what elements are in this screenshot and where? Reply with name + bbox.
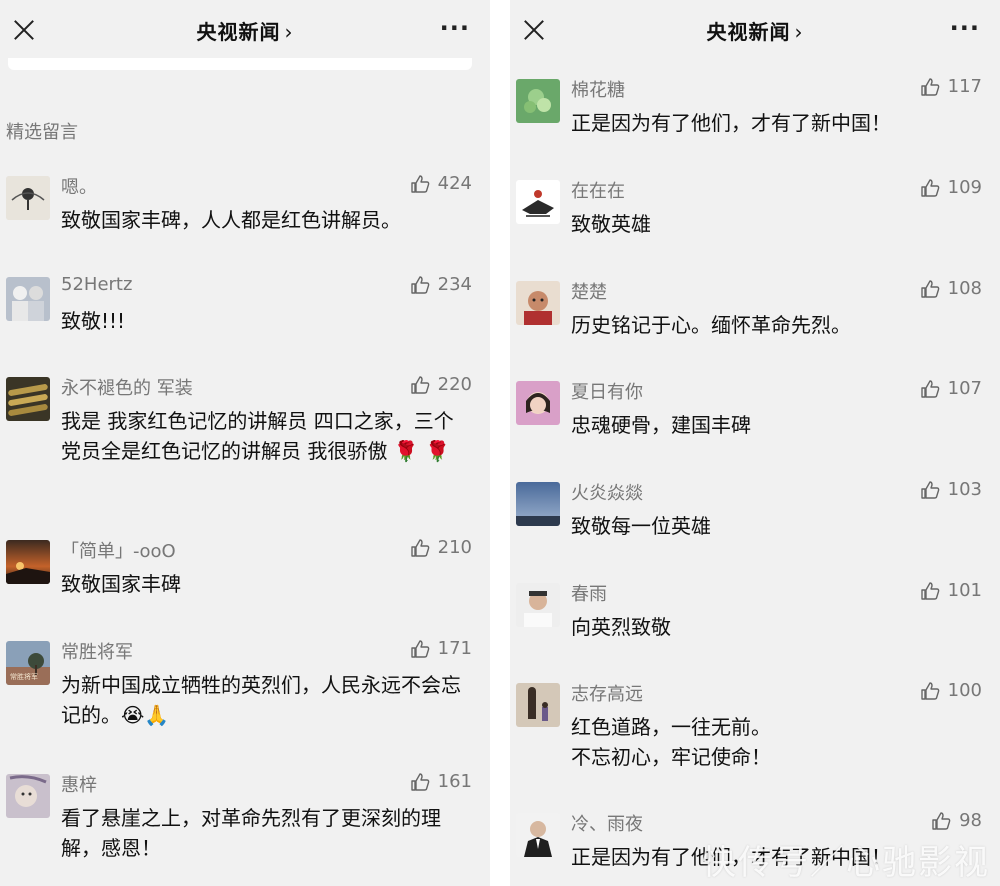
avatar[interactable] — [6, 176, 50, 220]
section-label: 精选留言 — [6, 122, 78, 143]
avatar[interactable] — [6, 377, 50, 421]
thumb-up-icon — [410, 538, 429, 557]
comment-text: 历史铭记于心。缅怀革命先烈。 — [571, 313, 851, 337]
like-count: 220 — [437, 374, 472, 395]
thumb-up-icon — [410, 772, 429, 791]
avatar[interactable] — [516, 381, 560, 425]
like-button[interactable]: 210 — [410, 537, 472, 558]
commenter-name: 志存高远 — [571, 684, 643, 705]
like-button[interactable]: 161 — [410, 771, 472, 792]
commenter-name: 嗯。 — [61, 177, 97, 198]
like-button[interactable]: 107 — [920, 378, 982, 399]
top-bar: 央视新闻 › ··· — [510, 0, 1000, 60]
commenter-name: 夏日有你 — [571, 382, 643, 403]
commenter-name: 常胜将军 — [61, 642, 133, 663]
like-count: 109 — [947, 177, 982, 198]
comment-text: 致敬每一位英雄 — [571, 514, 711, 538]
like-count: 234 — [437, 274, 472, 295]
comment-text: 致敬英雄 — [571, 212, 651, 236]
avatar[interactable]: 常胜将军 — [6, 641, 50, 685]
avatar[interactable] — [6, 774, 50, 818]
thumb-up-icon — [410, 375, 429, 394]
chevron-right-icon: › — [284, 20, 294, 44]
thumb-up-icon — [920, 178, 939, 197]
avatar[interactable] — [516, 813, 560, 857]
thumb-up-icon — [932, 811, 951, 830]
comment-text: 忠魂硬骨，建国丰碑 — [571, 413, 751, 437]
commenter-name: 永不褪色的 军装 — [61, 378, 193, 399]
comment-text: 为新中国成立牺牲的英烈们，人民永远不会忘记的。😭🙏 — [61, 673, 461, 727]
comment-text: 向英烈致敬 — [571, 615, 671, 639]
like-count: 161 — [437, 771, 472, 792]
thumb-up-icon — [920, 480, 939, 499]
comment-text: 看了悬崖之上，对革命先烈有了更深刻的理解，感恩！ — [61, 806, 441, 860]
title-text: 央视新闻 — [196, 20, 281, 44]
left-article-comments-panel: 央视新闻 › ··· 精选留言 嗯。 424 致敬国家丰碑，人人都是红色讲解员。 … — [0, 0, 490, 886]
comment-text: 致敬!!! — [61, 309, 126, 333]
thumb-up-icon — [920, 581, 939, 600]
avatar[interactable] — [6, 540, 50, 584]
like-count: 103 — [947, 479, 982, 500]
thumb-up-icon — [410, 275, 429, 294]
avatar[interactable] — [6, 277, 50, 321]
comment-text: 致敬国家丰碑，人人都是红色讲解员。 — [61, 208, 401, 232]
like-count: 98 — [959, 810, 982, 831]
like-button[interactable]: 101 — [920, 580, 982, 601]
thumb-up-icon — [920, 279, 939, 298]
thumb-up-icon — [920, 681, 939, 700]
like-button[interactable]: 171 — [410, 638, 472, 659]
comment-text: 我是 我家红色记忆的讲解员 四口之家，三个党员全是红色记忆的讲解员 我很骄傲 🌹… — [61, 409, 454, 463]
like-count: 171 — [437, 638, 472, 659]
avatar[interactable] — [516, 79, 560, 123]
like-count: 210 — [437, 537, 472, 558]
thumb-up-icon — [410, 174, 429, 193]
like-button[interactable]: 117 — [920, 76, 982, 97]
comment-text: 致敬国家丰碑 — [61, 572, 181, 596]
commenter-name: 在在在 — [571, 181, 625, 202]
like-button[interactable]: 103 — [920, 479, 982, 500]
commenter-name: 春雨 — [571, 584, 607, 605]
watermark: 快传号／心驰影视 — [702, 843, 990, 883]
title-text: 央视新闻 — [706, 20, 791, 44]
right-article-comments-panel: 央视新闻 › ··· 棉花糖 117 正是因为有了他们，才有了新中国！ 在在在 1… — [510, 0, 1000, 886]
like-button[interactable]: 220 — [410, 374, 472, 395]
like-count: 108 — [947, 278, 982, 299]
like-button[interactable]: 109 — [920, 177, 982, 198]
commenter-name: 惠梓 — [61, 775, 97, 796]
commenter-name: 「简单」-ooO — [61, 541, 176, 562]
avatar[interactable] — [516, 482, 560, 526]
like-count: 424 — [437, 173, 472, 194]
comment-text: 红色道路，一往无前。 不忘初心，牢记使命！ — [571, 715, 771, 769]
like-count: 117 — [947, 76, 982, 97]
commenter-name: 火炎焱燚 — [571, 483, 643, 504]
article-card-bottom — [8, 58, 472, 70]
account-title[interactable]: 央视新闻 › — [0, 16, 490, 45]
avatar[interactable] — [516, 180, 560, 224]
thumb-up-icon — [920, 379, 939, 398]
avatar[interactable] — [516, 683, 560, 727]
like-button[interactable]: 100 — [920, 680, 982, 701]
svg-text:常胜将军: 常胜将军 — [10, 672, 38, 681]
like-button[interactable]: 234 — [410, 274, 472, 295]
comment-text: 正是因为有了他们，才有了新中国！ — [571, 111, 891, 135]
like-button[interactable]: 108 — [920, 278, 982, 299]
commenter-name: 棉花糖 — [571, 80, 625, 101]
account-title[interactable]: 央视新闻 › — [510, 16, 1000, 45]
thumb-up-icon — [920, 77, 939, 96]
like-button[interactable]: 98 — [931, 810, 982, 831]
commenter-name: 冷、雨夜 — [571, 814, 643, 835]
commenter-name: 52Hertz — [61, 274, 133, 295]
like-count: 100 — [947, 680, 982, 701]
more-options-icon[interactable]: ··· — [950, 14, 980, 42]
more-options-icon[interactable]: ··· — [440, 14, 470, 42]
like-count: 107 — [947, 378, 982, 399]
top-bar: 央视新闻 › ··· — [0, 0, 490, 60]
thumb-up-icon — [410, 639, 429, 658]
chevron-right-icon: › — [794, 20, 804, 44]
like-count: 101 — [947, 580, 982, 601]
avatar[interactable] — [516, 583, 560, 627]
commenter-name: 楚楚 — [571, 282, 607, 303]
like-button[interactable]: 424 — [410, 173, 472, 194]
avatar[interactable] — [516, 281, 560, 325]
